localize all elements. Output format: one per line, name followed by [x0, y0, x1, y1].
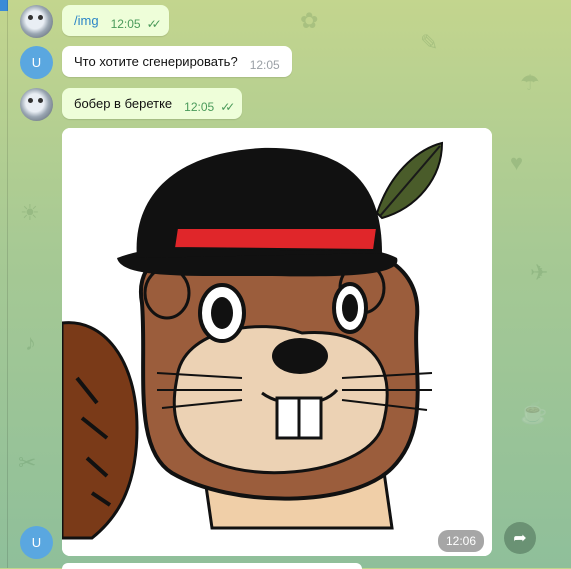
message-time: 12:05: [249, 58, 280, 72]
double-check-icon: ✓✓: [220, 100, 235, 114]
message-time: 12:05: [110, 17, 141, 31]
panel-divider: [7, 0, 8, 568]
generated-beaver-image[interactable]: [62, 128, 492, 556]
message-bubble[interactable]: Что хотите сгенерировать? 12:05: [62, 46, 292, 77]
message-row: U Что хотите сгенерировать? 12:05: [20, 46, 292, 79]
message-bubble[interactable]: бобер в беретке 12:05 ✓✓: [62, 88, 243, 119]
message-row: бобер в беретке 12:05 ✓✓: [20, 88, 243, 121]
doodle-icon: ☕: [520, 400, 548, 425]
message-text: Что хотите сгенерировать?: [74, 54, 238, 69]
image-message-avatar-row: U: [20, 526, 53, 559]
share-arrow-icon[interactable]: ➦: [504, 522, 536, 554]
message-bubble[interactable]: /img 12:05 ✓✓: [62, 5, 169, 36]
bot-avatar[interactable]: U: [20, 526, 53, 559]
user-avatar[interactable]: [20, 88, 53, 121]
doodle-icon: ✎: [420, 30, 439, 55]
doodle-icon: ♪: [25, 330, 36, 355]
double-check-icon: ✓✓: [146, 17, 162, 31]
doodle-icon: ✈: [530, 260, 549, 285]
next-message-bubble[interactable]: [62, 563, 362, 569]
message-meta: 12:05 ✓✓: [110, 17, 162, 31]
message-meta: 12:05: [250, 58, 280, 72]
message-meta: 12:05 ✓✓: [184, 100, 235, 114]
message-text: бобер в беретке: [74, 96, 173, 111]
image-time: 12:06: [437, 530, 484, 552]
doodle-icon: ♥: [510, 150, 524, 175]
message-time: 12:05: [184, 100, 215, 114]
message-row: /img 12:05 ✓✓: [20, 5, 169, 38]
doodle-icon: ☂: [520, 70, 540, 95]
doodle-icon: ✂: [18, 450, 37, 475]
bot-avatar[interactable]: U: [20, 46, 53, 79]
command-link[interactable]: /img: [74, 13, 99, 28]
image-message[interactable]: 12:06: [62, 128, 492, 556]
user-avatar[interactable]: [20, 5, 53, 38]
doodle-icon: ✿: [300, 8, 319, 33]
doodle-icon: ☀: [20, 200, 40, 225]
